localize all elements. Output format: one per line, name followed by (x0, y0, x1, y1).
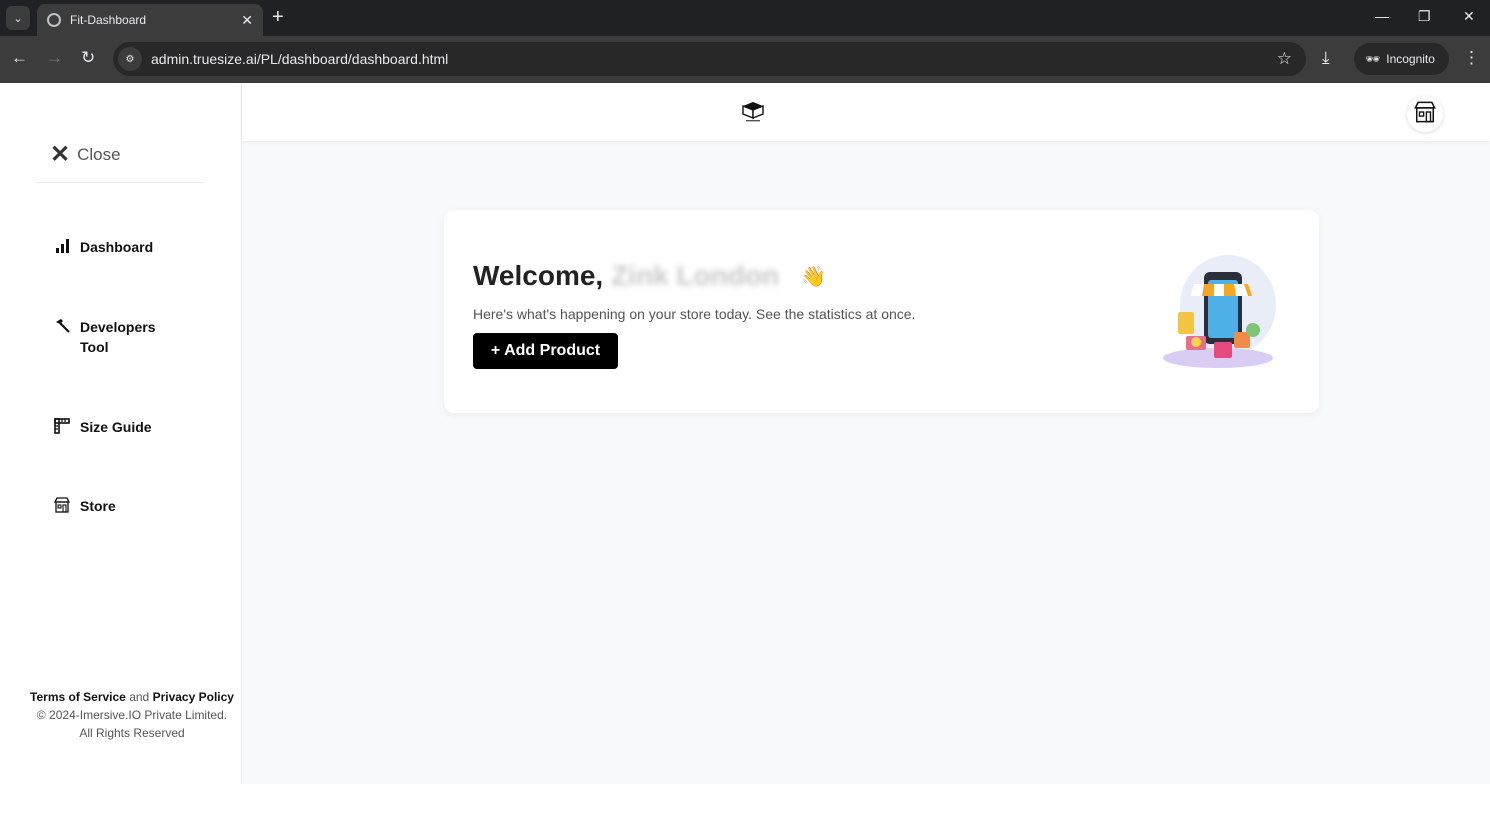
close-icon: ✕ (50, 141, 71, 168)
page: ✕ Close Dashboard Developers Tool Size G… (0, 83, 1490, 784)
privacy-link[interactable]: Privacy Policy (153, 690, 234, 704)
ruler-icon (54, 418, 70, 434)
welcome-card: Welcome, Zink London 👋 Here's what's hap… (444, 210, 1319, 413)
hammer-icon (54, 318, 70, 334)
tab-title: Fit-Dashboard (70, 13, 147, 27)
minimize-icon[interactable]: — (1375, 8, 1389, 24)
welcome-heading: Welcome, Zink London 👋 (473, 260, 826, 292)
forward-icon[interactable]: → (46, 48, 63, 68)
bookmark-star-icon[interactable]: ☆ (1277, 49, 1292, 69)
close-sidebar-button[interactable]: ✕ Close (50, 141, 121, 168)
add-product-button[interactable]: + Add Product (473, 333, 618, 369)
sidebar-item-label: Size Guide (80, 419, 152, 435)
sidebar-item-label: Dashboard (80, 239, 154, 255)
url-text[interactable]: admin.truesize.ai/PL/dashboard/dashboard… (151, 51, 1277, 67)
browser-toolbar: ← → ↻ ⚙ admin.truesize.ai/PL/dashboard/d… (0, 36, 1490, 83)
terms-link[interactable]: Terms of Service (30, 690, 126, 704)
window-close-icon[interactable]: ✕ (1463, 8, 1475, 25)
rights-text: All Rights Reserved (79, 726, 185, 740)
brand-logo-icon[interactable] (741, 100, 765, 124)
browser-menu-icon[interactable]: ⋮ (1463, 48, 1480, 68)
browser-tab[interactable]: Fit-Dashboard ✕ (37, 4, 263, 36)
store-illustration (1158, 250, 1283, 375)
sidebar: ✕ Close Dashboard Developers Tool Size G… (0, 83, 242, 784)
store-button[interactable] (1407, 96, 1443, 132)
welcome-subtitle: Here's what's happening on your store to… (473, 306, 916, 322)
user-name: Zink London (611, 260, 780, 291)
sidebar-item-label: Developers Tool (80, 319, 156, 355)
incognito-label: Incognito (1386, 52, 1435, 66)
sidebar-item-dashboard[interactable]: Dashboard (54, 237, 170, 257)
sidebar-item-store[interactable]: Store (54, 496, 170, 516)
incognito-badge[interactable]: 🕶 Incognito (1354, 43, 1449, 75)
sidebar-item-label: Store (80, 498, 116, 514)
store-icon (1414, 101, 1436, 128)
download-icon[interactable]: ⤓ (1322, 48, 1330, 68)
incognito-icon: 🕶 (1365, 52, 1381, 66)
close-label: Close (77, 145, 121, 164)
reload-icon[interactable]: ↻ (81, 48, 95, 68)
browser-tab-bar: ⌄ Fit-Dashboard ✕ + — ❐ ✕ (0, 0, 1490, 36)
bar-chart-icon (54, 238, 70, 254)
close-tab-icon[interactable]: ✕ (241, 12, 253, 29)
top-header (242, 83, 1490, 141)
sidebar-footer: Terms of Service and Privacy Policy © 20… (30, 688, 234, 742)
sidebar-item-developers-tool[interactable]: Developers Tool (54, 317, 170, 357)
back-icon[interactable]: ← (11, 48, 28, 68)
site-info-icon[interactable]: ⚙ (118, 47, 142, 71)
address-bar[interactable]: ⚙ admin.truesize.ai/PL/dashboard/dashboa… (113, 42, 1306, 76)
footer-and: and (129, 690, 150, 704)
welcome-prefix: Welcome, (473, 260, 604, 291)
new-tab-button[interactable]: + (272, 6, 284, 28)
divider (36, 182, 204, 183)
restore-icon[interactable]: ❐ (1418, 8, 1431, 25)
copyright-text: © 2024-Imersive.IO Private Limited. (36, 708, 228, 722)
sidebar-item-size-guide[interactable]: Size Guide (54, 417, 170, 437)
globe-icon (47, 13, 61, 27)
tab-search-button[interactable]: ⌄ (6, 6, 30, 30)
wave-emoji: 👋 (801, 265, 827, 288)
store-icon (54, 497, 70, 513)
